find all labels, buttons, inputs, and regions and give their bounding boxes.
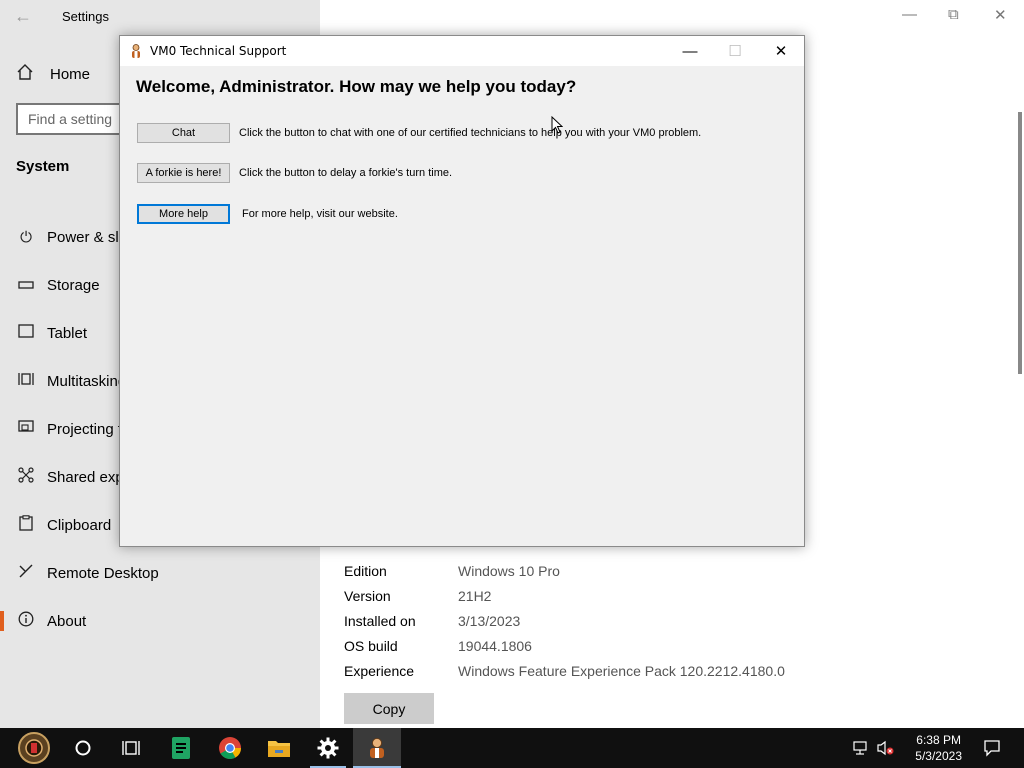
- clock-time: 6:38 PM: [916, 733, 961, 747]
- clock-date: 5/3/2023: [915, 749, 962, 763]
- home-icon: [16, 63, 36, 85]
- projecting-icon: [16, 420, 36, 438]
- spec-row-os-build: OS build 19044.1806: [344, 633, 785, 658]
- settings-scrollbar[interactable]: [1018, 112, 1022, 374]
- taskbar-sheets-app[interactable]: [157, 728, 205, 768]
- back-arrow-icon[interactable]: ←: [14, 6, 32, 27]
- settings-app-title: Settings: [62, 9, 109, 24]
- shared-experiences-icon: [16, 467, 36, 487]
- settings-restore-button[interactable]: ⧉: [948, 6, 959, 23]
- dialog-title: VM0 Technical Support: [150, 44, 287, 58]
- start-button[interactable]: [10, 728, 58, 768]
- spec-value: 3/13/2023: [458, 612, 521, 629]
- chrome-icon: [219, 737, 241, 759]
- taskbar-file-explorer[interactable]: [255, 728, 303, 768]
- green-sheets-icon: [172, 737, 190, 759]
- start-logo-icon: [18, 732, 50, 764]
- task-view-button[interactable]: [107, 728, 155, 768]
- sidebar-item-home[interactable]: Home: [16, 62, 90, 86]
- sidebar-item-label: Clipboard: [47, 516, 112, 534]
- technician-icon: [370, 738, 384, 758]
- taskbar-chrome-app[interactable]: [206, 728, 254, 768]
- sidebar-item-label: About: [47, 612, 87, 630]
- mouse-cursor-icon: [551, 116, 563, 134]
- spec-key: Version: [344, 587, 391, 604]
- network-icon[interactable]: [852, 740, 870, 759]
- remote-desktop-icon: [16, 563, 36, 583]
- taskbar-vm0-support-app[interactable]: [353, 728, 401, 768]
- forkie-description: Click the button to delay a forkie's tur…: [239, 167, 453, 179]
- dialog-close-button[interactable]: ✕: [761, 40, 801, 62]
- sidebar-item-label: Storage: [47, 276, 100, 294]
- notification-center-icon[interactable]: [983, 739, 1001, 760]
- copy-button[interactable]: Copy: [344, 693, 434, 724]
- section-title-system: System: [16, 158, 70, 175]
- sidebar-item-home-label: Home: [50, 65, 91, 83]
- clock[interactable]: 6:38 PM 5/3/2023: [915, 732, 962, 764]
- dialog-minimize-button[interactable]: —: [670, 40, 710, 62]
- spec-row-version: Version 21H2: [344, 583, 785, 608]
- settings-close-button[interactable]: ✕: [994, 6, 1007, 24]
- spec-value: Windows Feature Experience Pack 120.2212…: [458, 662, 785, 679]
- spec-row-experience: Experience Windows Feature Experience Pa…: [344, 658, 785, 683]
- device-specifications: Edition Windows 10 Pro Version 21H2 Inst…: [344, 558, 785, 683]
- taskbar: 6:38 PM 5/3/2023: [0, 728, 1024, 768]
- spec-key: Installed on: [344, 612, 416, 629]
- spec-row-edition: Edition Windows 10 Pro: [344, 558, 785, 583]
- dialog-maximize-button: ☐: [728, 43, 742, 60]
- spec-key: Experience: [344, 662, 415, 679]
- technician-icon: [128, 43, 144, 59]
- spec-key: OS build: [344, 637, 398, 654]
- spec-value: Windows 10 Pro: [458, 562, 560, 579]
- spec-value: 19044.1806: [458, 637, 532, 654]
- taskbar-settings-app[interactable]: [304, 728, 352, 768]
- sidebar-item-remote-desktop[interactable]: Remote Desktop: [0, 558, 320, 588]
- cortana-circle-icon: [75, 740, 91, 756]
- more-help-description: For more help, visit our website.: [242, 208, 398, 220]
- chat-button[interactable]: Chat: [137, 123, 230, 143]
- chat-description: Click the button to chat with one of our…: [239, 127, 702, 139]
- vm0-support-dialog: VM0 Technical Support — ☐ ✕ Welcome, Adm…: [119, 35, 805, 547]
- sidebar-item-about[interactable]: About: [0, 606, 320, 636]
- sidebar-item-label: Tablet: [47, 324, 88, 342]
- sidebar-item-label: Multitasking: [47, 372, 127, 390]
- spec-key: Edition: [344, 562, 387, 579]
- tablet-icon: [16, 324, 36, 342]
- task-view-icon: [122, 741, 140, 755]
- forkie-button[interactable]: A forkie is here!: [137, 163, 230, 183]
- clipboard-icon: [16, 515, 36, 535]
- multitasking-icon: [16, 371, 36, 391]
- sidebar-item-label: Remote Desktop: [47, 564, 159, 582]
- dialog-titlebar[interactable]: VM0 Technical Support — ☐ ✕: [120, 36, 804, 66]
- storage-icon: [16, 277, 36, 294]
- spec-row-installed-on: Installed on 3/13/2023: [344, 608, 785, 633]
- gear-icon: [317, 737, 339, 759]
- more-help-button[interactable]: More help: [137, 204, 230, 224]
- info-icon: [16, 611, 36, 631]
- settings-minimize-button[interactable]: —: [902, 6, 917, 23]
- sidebar-item-label: Projecting t: [47, 420, 123, 438]
- welcome-heading: Welcome, Administrator. How may we help …: [136, 77, 577, 96]
- folder-icon: [268, 741, 290, 757]
- sidebar-item-label: Power & sle: [47, 228, 128, 246]
- volume-muted-icon[interactable]: [877, 740, 895, 759]
- search-circle-button[interactable]: [59, 728, 107, 768]
- spec-value: 21H2: [458, 587, 492, 604]
- power-icon: ⏻: [20, 228, 32, 246]
